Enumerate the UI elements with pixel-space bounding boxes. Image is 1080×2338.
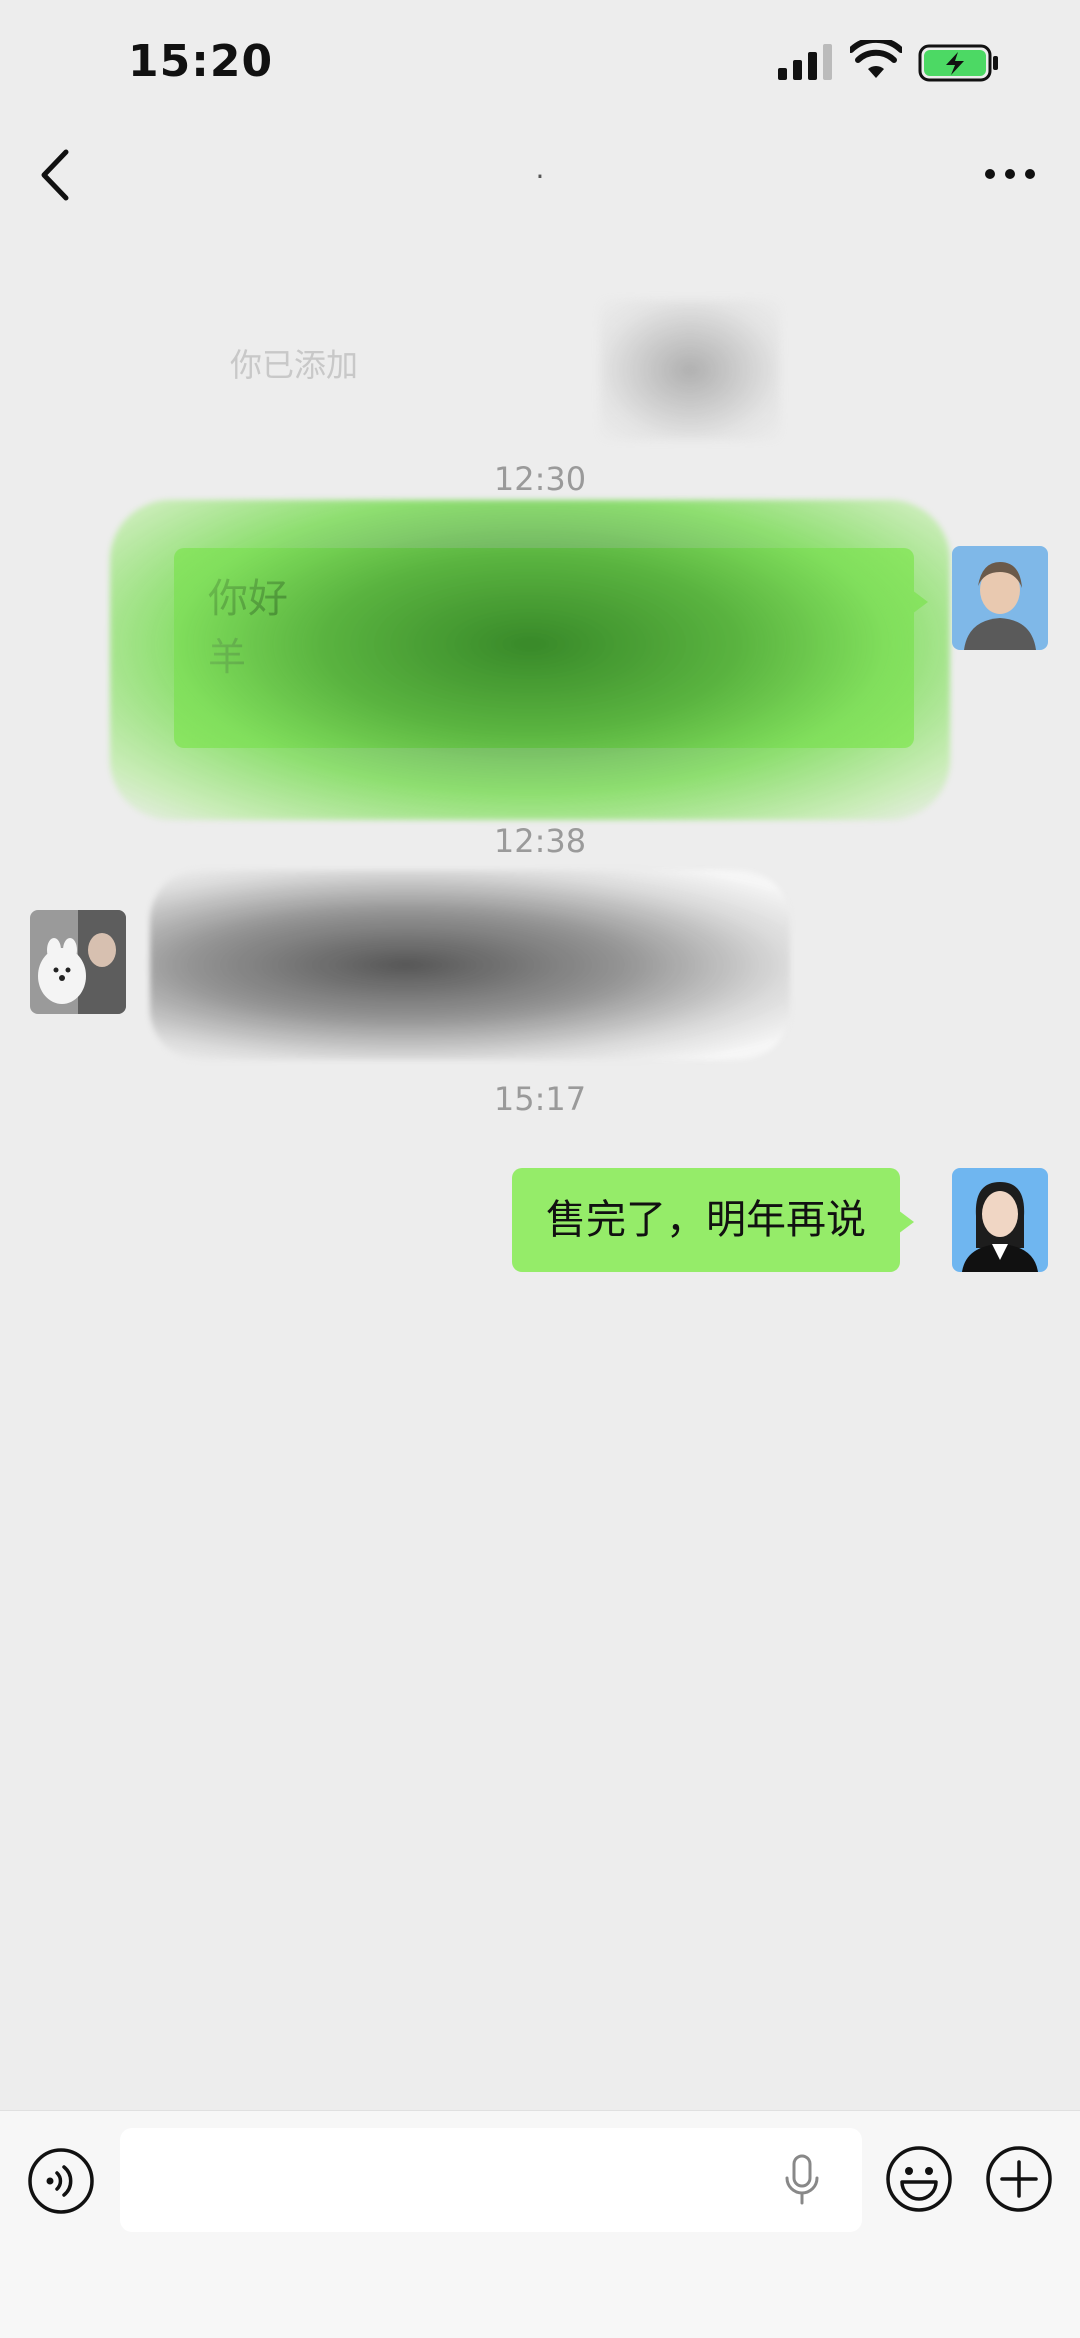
voice-input-button[interactable] <box>26 2146 96 2216</box>
redaction-scribble <box>110 500 950 820</box>
chat-title: · <box>535 160 545 193</box>
back-button[interactable] <box>30 140 80 210</box>
message-input[interactable] <box>120 2128 862 2232</box>
mic-icon[interactable] <box>782 2154 822 2206</box>
timestamp: 12:38 <box>493 822 587 860</box>
timestamp: 15:17 <box>493 1080 587 1118</box>
emoji-button[interactable] <box>884 2144 954 2214</box>
wifi-icon <box>850 40 902 78</box>
status-time: 15:20 <box>128 36 274 87</box>
plus-button[interactable] <box>984 2144 1054 2214</box>
timestamp: 12:30 <box>493 460 587 498</box>
battery-icon <box>918 44 998 82</box>
system-message: 你已添加 <box>230 346 359 384</box>
redaction-scribble <box>600 300 780 440</box>
signal-icon <box>778 44 832 80</box>
my-avatar[interactable] <box>952 546 1048 650</box>
outgoing-message-bubble[interactable]: 售完了，明年再说 <box>512 1168 914 1272</box>
redaction-scribble <box>150 870 790 1060</box>
contact-avatar[interactable] <box>30 910 126 1014</box>
my-avatar[interactable] <box>952 1168 1048 1272</box>
more-button[interactable] <box>980 156 1040 192</box>
